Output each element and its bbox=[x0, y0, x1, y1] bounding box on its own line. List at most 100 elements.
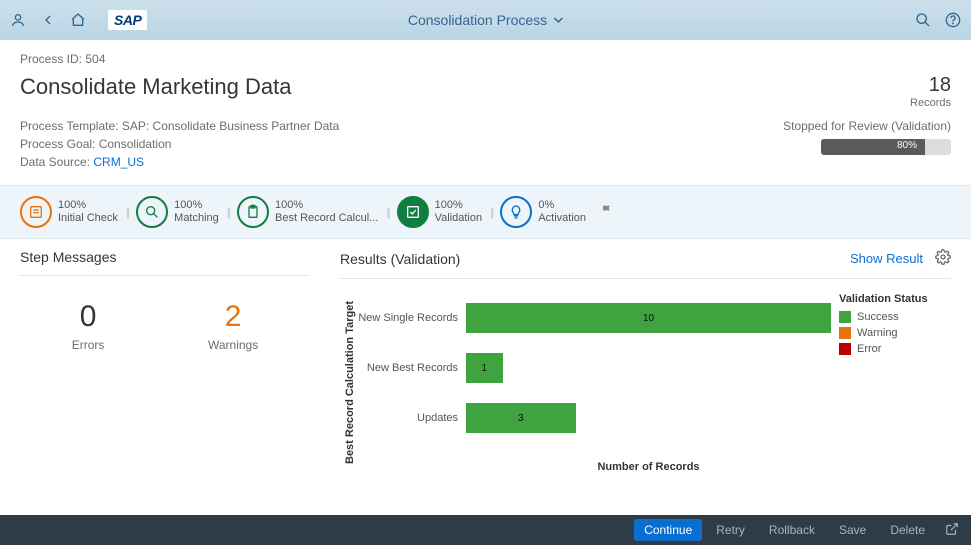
panel-header: Results (Validation) Show Result bbox=[340, 249, 951, 279]
show-result-link[interactable]: Show Result bbox=[850, 251, 923, 266]
bar-value: 10 bbox=[643, 313, 654, 324]
process-id-value: 504 bbox=[85, 52, 105, 66]
step-label: Best Record Calcul... bbox=[275, 212, 378, 225]
step-pct: 100% bbox=[174, 199, 219, 212]
back-icon[interactable] bbox=[40, 12, 56, 28]
data-source: Data Source: CRM_US bbox=[20, 155, 339, 169]
errors-count: 0 bbox=[72, 300, 105, 334]
content: Process ID: 504 Consolidate Marketing Da… bbox=[0, 40, 971, 515]
bar-row: New Single Records 10 bbox=[356, 293, 831, 343]
records-count: 18 bbox=[910, 74, 951, 97]
step-pct: 100% bbox=[275, 199, 378, 212]
step-label: Validation bbox=[435, 212, 483, 225]
home-icon[interactable] bbox=[70, 12, 86, 28]
lightbulb-icon bbox=[500, 196, 532, 228]
header-title-dropdown[interactable]: Consolidation Process bbox=[408, 12, 563, 28]
legend-title: Validation Status bbox=[839, 293, 951, 305]
continue-button[interactable]: Continue bbox=[634, 519, 702, 541]
step-text: 100%Best Record Calcul... bbox=[275, 199, 378, 225]
bar-category: New Best Records bbox=[356, 362, 466, 374]
bar-success[interactable]: 1 bbox=[466, 353, 503, 383]
bar-area: 1 bbox=[466, 353, 831, 383]
clipboard-icon bbox=[237, 196, 269, 228]
meta-right: Stopped for Review (Validation) 80% bbox=[783, 119, 951, 169]
step-separator: || bbox=[490, 205, 492, 219]
step-activation[interactable]: 0%Activation bbox=[500, 196, 586, 228]
step-messages-panel: Step Messages 0 Errors 2 Warnings bbox=[20, 249, 310, 473]
process-goal: Process Goal: Consolidation bbox=[20, 137, 339, 151]
step-text: 0%Activation bbox=[538, 199, 586, 225]
rollback-button[interactable]: Rollback bbox=[759, 519, 825, 541]
legend-label: Error bbox=[857, 343, 881, 355]
process-id-label: Process ID: bbox=[20, 52, 82, 66]
header-left: SAP bbox=[10, 10, 147, 30]
open-external-icon[interactable] bbox=[945, 522, 959, 539]
step-matching[interactable]: 100%Matching bbox=[136, 196, 219, 228]
panel-title: Step Messages bbox=[20, 249, 117, 265]
step-text: 100%Initial Check bbox=[58, 199, 118, 225]
retry-button[interactable]: Retry bbox=[706, 519, 755, 541]
bar-success[interactable]: 3 bbox=[466, 403, 576, 433]
step-separator: || bbox=[227, 205, 229, 219]
warnings-stat[interactable]: 2 Warnings bbox=[208, 300, 258, 352]
errors-label: Errors bbox=[72, 338, 105, 352]
legend-item-success[interactable]: Success bbox=[839, 311, 951, 323]
header-right bbox=[915, 12, 961, 28]
datasource-link[interactable]: CRM_US bbox=[93, 155, 144, 169]
panel-header: Step Messages bbox=[20, 249, 310, 276]
chart: Best Record Calculation Target New Singl… bbox=[340, 293, 951, 473]
legend-swatch bbox=[839, 343, 851, 355]
user-icon[interactable] bbox=[10, 12, 26, 28]
step-separator: || bbox=[386, 205, 388, 219]
panel-title: Results (Validation) bbox=[340, 251, 460, 267]
legend-swatch bbox=[839, 311, 851, 323]
step-text: 100%Matching bbox=[174, 199, 219, 225]
chart-bars: New Single Records 10 New Best Records 1… bbox=[356, 293, 831, 473]
legend-item-warning[interactable]: Warning bbox=[839, 327, 951, 339]
process-status: Stopped for Review (Validation) bbox=[783, 119, 951, 133]
records-label: Records bbox=[910, 97, 951, 109]
gear-icon[interactable] bbox=[935, 249, 951, 268]
meta-row: Process Template: SAP: Consolidate Busin… bbox=[20, 119, 951, 169]
step-initial-check[interactable]: 100%Initial Check bbox=[20, 196, 118, 228]
bar-category: New Single Records bbox=[356, 312, 466, 324]
template-value: SAP: Consolidate Business Partner Data bbox=[122, 119, 339, 133]
bar-success[interactable]: 10 bbox=[466, 303, 831, 333]
progress-percent: 80% bbox=[897, 140, 917, 151]
check-document-icon bbox=[397, 196, 429, 228]
app-header: SAP Consolidation Process bbox=[0, 0, 971, 40]
checklist-icon bbox=[20, 196, 52, 228]
bar-area: 3 bbox=[466, 403, 831, 433]
datasource-label: Data Source: bbox=[20, 155, 90, 169]
progress-bar: 80% bbox=[821, 139, 951, 155]
goal-value: Consolidation bbox=[99, 137, 172, 151]
bar-value: 3 bbox=[518, 413, 524, 424]
page-title: Consolidate Marketing Data bbox=[20, 74, 291, 100]
meta-left: Process Template: SAP: Consolidate Busin… bbox=[20, 119, 339, 169]
chevron-down-icon bbox=[553, 15, 563, 25]
errors-stat[interactable]: 0 Errors bbox=[72, 300, 105, 352]
search-icon[interactable] bbox=[915, 12, 931, 28]
legend-item-error[interactable]: Error bbox=[839, 343, 951, 355]
chart-x-axis-label: Number of Records bbox=[356, 461, 831, 473]
title-row: Consolidate Marketing Data 18 Records bbox=[20, 74, 951, 109]
records-block: 18 Records bbox=[910, 74, 951, 109]
bar-row: New Best Records 1 bbox=[356, 343, 831, 393]
legend-label: Warning bbox=[857, 327, 898, 339]
step-pct: 0% bbox=[538, 199, 586, 212]
step-label: Activation bbox=[538, 212, 586, 225]
save-button[interactable]: Save bbox=[829, 519, 876, 541]
process-train: 100%Initial Check || 100%Matching || 100… bbox=[0, 185, 971, 239]
step-label: Initial Check bbox=[58, 212, 118, 225]
warnings-label: Warnings bbox=[208, 338, 258, 352]
template-label: Process Template: bbox=[20, 119, 119, 133]
help-icon[interactable] bbox=[945, 12, 961, 28]
step-best-record[interactable]: 100%Best Record Calcul... bbox=[237, 196, 378, 228]
chart-y-axis-label: Best Record Calculation Target bbox=[340, 293, 356, 473]
step-validation[interactable]: 100%Validation bbox=[397, 196, 483, 228]
process-id: Process ID: 504 bbox=[20, 52, 951, 66]
panels: Step Messages 0 Errors 2 Warnings Result… bbox=[0, 249, 971, 473]
step-separator: || bbox=[126, 205, 128, 219]
goal-label: Process Goal: bbox=[20, 137, 95, 151]
delete-button[interactable]: Delete bbox=[880, 519, 935, 541]
